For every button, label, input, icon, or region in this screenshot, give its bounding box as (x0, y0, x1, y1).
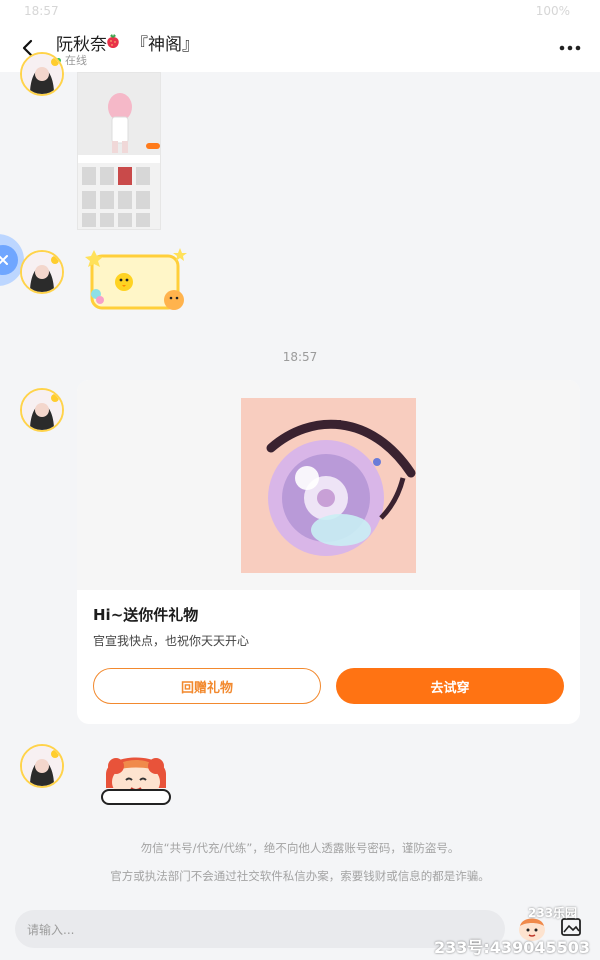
avatar-image (22, 390, 62, 430)
safety-notice-2: 官方或执法部门不会通过社交软件私信办案，索要钱财或信息的都是诈骗。 (110, 869, 490, 883)
shared-screenshot-image[interactable] (77, 72, 161, 230)
status-battery: 100% (535, 4, 570, 18)
message-timestamp: 18:57 (282, 350, 318, 364)
gift-image (241, 398, 416, 573)
gift-image-area (77, 380, 580, 590)
girl-sticker-message[interactable] (96, 744, 176, 808)
strawberry-icon (107, 34, 119, 48)
chat-header: 阮秋奈 『神阁』 在线 (0, 24, 600, 72)
return-gift-button[interactable]: 回赠礼物 (93, 668, 321, 704)
watermark-id: 233号:439045503 (434, 938, 590, 957)
avatar-image (22, 746, 62, 786)
gift-title: Hi~送你件礼物 (93, 606, 199, 624)
more-dots-icon (559, 45, 581, 51)
close-x-icon (0, 255, 8, 265)
sticker-message[interactable] (82, 246, 194, 318)
message-input[interactable]: 请输入... (15, 910, 505, 948)
anime-eye-image (241, 398, 416, 573)
watermark-logo: 233乐园 (528, 906, 578, 920)
screenshot-thumbnail (78, 73, 160, 229)
contact-avatar[interactable] (20, 250, 64, 294)
avatar-image (22, 252, 62, 292)
contact-avatar[interactable] (20, 388, 64, 432)
online-status-text: 在线 (65, 54, 87, 67)
gift-card[interactable]: Hi~送你件礼物 官宣我快点，也祝你天天开心 回赠礼物 去试穿 (77, 380, 580, 724)
girl-sticker-image (101, 757, 171, 805)
contact-tag: 『神阁』 (131, 35, 199, 55)
contact-avatar[interactable] (20, 52, 64, 96)
try-on-button[interactable]: 去试穿 (336, 668, 564, 704)
status-bar: 18:57 100% (0, 0, 600, 24)
status-time: 18:57 (24, 4, 59, 18)
gift-subtitle: 官宣我快点，也祝你天天开心 (93, 634, 250, 648)
contact-avatar[interactable] (20, 744, 64, 788)
duck-sticker-image (85, 248, 187, 310)
safety-notice-1: 勿信“共号/代充/代练”，绝不向他人透露账号密码，谨防盗号。 (140, 841, 460, 855)
more-options-button[interactable] (554, 32, 586, 64)
avatar-image (22, 54, 62, 94)
